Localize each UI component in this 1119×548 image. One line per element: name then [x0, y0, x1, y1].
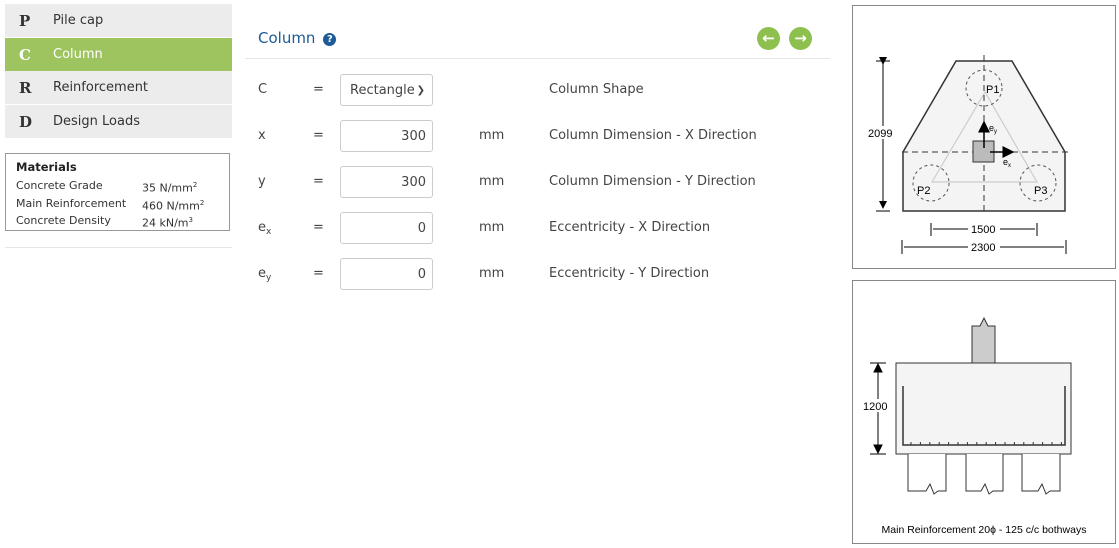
- material-value: 24 kN/m: [142, 216, 189, 230]
- nav-letter: D: [19, 112, 33, 131]
- param-description: Column Shape: [549, 82, 644, 97]
- material-label: Concrete Grade: [16, 179, 103, 192]
- nav-letter: P: [19, 11, 31, 30]
- material-label: Concrete Density: [16, 214, 111, 228]
- column-y-input[interactable]: 300: [340, 166, 433, 198]
- param-row-y: y = 300 mm Column Dimension - Y Directio…: [258, 166, 818, 198]
- param-symbol: y: [258, 174, 266, 189]
- page-title: Column?: [258, 29, 337, 47]
- param-unit: mm: [479, 220, 505, 235]
- symbol-base: e: [258, 220, 266, 235]
- nav-label: Pile cap: [53, 13, 104, 28]
- pile-cap-section: [895, 362, 1072, 455]
- divider: [245, 58, 830, 59]
- equals-sign: =: [313, 220, 324, 235]
- materials-title: Materials: [16, 160, 77, 174]
- equals-sign: =: [313, 128, 324, 143]
- column-x-input[interactable]: 300: [340, 120, 433, 152]
- param-unit: mm: [479, 128, 505, 143]
- width-label: 2300: [971, 242, 995, 254]
- chevron-down-icon: ❯: [416, 85, 425, 96]
- section-diagram-panel: 1200 Main Reinforcement 20ϕ - 125 c/c bo…: [852, 280, 1116, 544]
- param-symbol: x: [258, 128, 266, 143]
- piles: [907, 454, 1061, 495]
- column-shape-select[interactable]: Rectangle ❯: [340, 74, 433, 106]
- symbol-subscript: y: [266, 273, 272, 283]
- arrow-right-circle-icon[interactable]: →: [789, 27, 812, 50]
- nav-item-column[interactable]: C Column: [5, 38, 232, 71]
- param-description: Eccentricity - Y Direction: [549, 266, 710, 281]
- nav-item-pile-cap[interactable]: P Pile cap: [5, 4, 232, 37]
- equals-sign: =: [313, 266, 324, 281]
- depth-label: 1200: [863, 401, 887, 413]
- eccentricity-x-input[interactable]: 0: [340, 212, 433, 244]
- question-circle-icon[interactable]: ?: [323, 33, 337, 46]
- nav-item-design-loads[interactable]: D Design Loads: [5, 105, 232, 138]
- materials-box: Materials Concrete Grade 35 N/mm2 Main Re…: [5, 153, 230, 231]
- nav-item-reinforcement[interactable]: R Reinforcement: [5, 71, 232, 104]
- param-row-shape: C = Rectangle ❯ Column Shape: [258, 74, 818, 106]
- unit-exponent: 3: [188, 216, 193, 225]
- nav-label: Design Loads: [53, 114, 140, 129]
- param-description: Column Dimension - Y Direction: [549, 174, 756, 189]
- equals-sign: =: [313, 82, 324, 97]
- material-value: 35 N/mm: [142, 181, 193, 195]
- param-description: Eccentricity - X Direction: [549, 220, 711, 235]
- param-description: Column Dimension - X Direction: [549, 128, 757, 143]
- nav-letter: R: [19, 78, 32, 97]
- nav-label: Reinforcement: [53, 80, 149, 95]
- spacing-label: 1500: [971, 224, 995, 236]
- param-row-x: x = 300 mm Column Dimension - X Directio…: [258, 120, 818, 152]
- material-row: Concrete Grade 35 N/mm2: [16, 178, 219, 196]
- title-text: Column: [258, 29, 316, 47]
- pile-label: P2: [917, 185, 930, 197]
- param-unit: mm: [479, 266, 505, 281]
- reinforcement-caption: Main Reinforcement 20ϕ - 125 c/c bothway…: [882, 524, 1087, 536]
- plan-diagram: P1 P2 P3 ey ex 2099 1500 2300: [866, 55, 1071, 254]
- param-symbol: C: [258, 82, 268, 97]
- pile-label: P1: [986, 84, 999, 96]
- equals-sign: =: [313, 174, 324, 189]
- symbol-base: e: [258, 266, 266, 281]
- symbol-subscript: x: [266, 227, 272, 237]
- pile-label: P3: [1034, 185, 1047, 197]
- param-unit: mm: [479, 174, 505, 189]
- material-row: Main Reinforcement 460 N/mm2: [16, 196, 219, 214]
- divider: [5, 247, 232, 248]
- param-row-ex: ex = 0 mm Eccentricity - X Direction: [258, 212, 818, 244]
- param-symbol: ey: [258, 258, 271, 294]
- param-row-ey: ey = 0 mm Eccentricity - Y Direction: [258, 258, 818, 290]
- select-value: Rectangle: [350, 83, 415, 98]
- column-stub: [971, 316, 996, 364]
- unit-exponent: 2: [192, 181, 198, 189]
- material-label: Main Reinforcement: [16, 196, 127, 210]
- material-row: Concrete Density 24 kN/m3: [16, 213, 219, 231]
- eccentricity-y-input[interactable]: 0: [340, 258, 433, 290]
- material-value: 460 N/mm: [142, 199, 200, 213]
- section-diagram: 1200 Main Reinforcement 20ϕ - 125 c/c bo…: [862, 316, 1087, 536]
- unit-exponent: 2: [199, 198, 205, 207]
- height-label: 2099: [868, 128, 892, 140]
- arrow-left-circle-icon[interactable]: ←: [757, 27, 780, 50]
- nav-label: Column: [53, 47, 103, 62]
- param-symbol: ex: [258, 212, 271, 248]
- plan-diagram-panel: P1 P2 P3 ey ex 2099 1500 2300: [852, 5, 1116, 269]
- nav-letter: C: [19, 45, 31, 64]
